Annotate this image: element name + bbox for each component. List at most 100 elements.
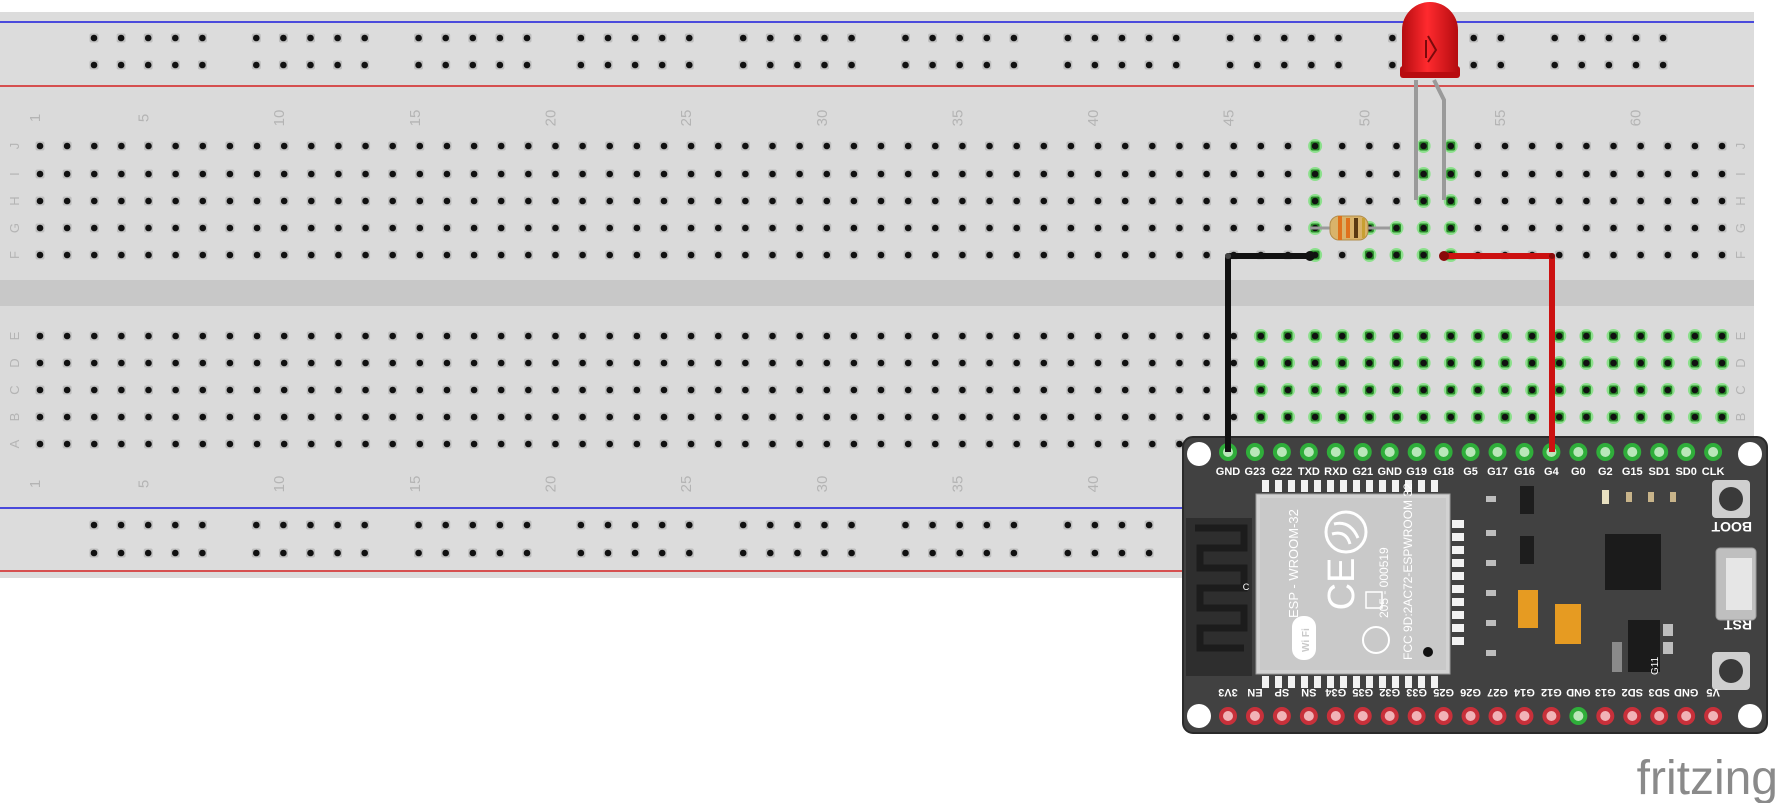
breadboard-hole <box>1308 410 1323 424</box>
rail-hole <box>89 548 99 558</box>
rail-hole <box>414 60 424 70</box>
breadboard-hole <box>1308 167 1323 181</box>
breadboard-hole <box>1147 250 1157 260</box>
breadboard-hole <box>1093 141 1103 151</box>
rail-hole <box>143 520 153 530</box>
rail-hole <box>1387 33 1397 43</box>
breadboard-hole <box>1253 329 1268 343</box>
breadboard-hole <box>1202 223 1212 233</box>
breadboard-hole <box>496 223 506 233</box>
rail-hole <box>1225 60 1235 70</box>
breadboard-hole <box>442 250 452 260</box>
pin-label: G34 <box>1325 686 1347 698</box>
breadboard-hole <box>659 250 669 260</box>
breadboard-hole <box>1280 383 1295 397</box>
breadboard-hole <box>768 331 778 341</box>
breadboard-hole <box>415 169 425 179</box>
breadboard-hole <box>523 385 533 395</box>
breadboard-hole <box>1174 250 1184 260</box>
breadboard-hole <box>361 358 371 368</box>
rail-hole <box>1334 60 1343 70</box>
breadboard-hole <box>550 141 560 151</box>
rail-hole <box>657 548 667 558</box>
breadboard-hole <box>1473 141 1483 151</box>
breadboard-hole <box>198 223 208 233</box>
breadboard-hole <box>1147 141 1157 151</box>
breadboard-hole <box>849 169 859 179</box>
rail-hole <box>1063 548 1073 558</box>
breadboard-hole <box>333 358 343 368</box>
breadboard-hole <box>1364 196 1374 206</box>
breadboard-hole <box>822 141 832 151</box>
breadboard-hole <box>795 358 805 368</box>
rail-hole <box>197 33 207 43</box>
breadboard-hole <box>632 412 642 422</box>
rail-hole <box>1144 548 1154 558</box>
breadboard-hole <box>1389 248 1404 262</box>
rail-hole <box>684 520 694 530</box>
pin-label: G2 <box>1598 466 1613 478</box>
breadboard-hole <box>1579 410 1594 424</box>
breadboard-hole <box>225 385 235 395</box>
rail-hole <box>982 520 992 530</box>
breadboard-hole <box>1280 329 1295 343</box>
breadboard-hole <box>171 412 181 422</box>
breadboard-hole <box>605 385 615 395</box>
breadboard-hole <box>659 169 669 179</box>
rail-hole <box>333 33 343 43</box>
breadboard-hole <box>252 250 262 260</box>
rail-hole <box>576 520 586 530</box>
breadboard-hole <box>1229 196 1239 206</box>
rail-hole <box>170 60 180 70</box>
breadboard-hole <box>930 250 940 260</box>
module-pad <box>1327 480 1334 492</box>
rail-hole <box>1469 33 1479 43</box>
module-pad <box>1452 624 1464 632</box>
rail-hole <box>360 548 370 558</box>
rail-hole <box>657 60 667 70</box>
breadboard-hole <box>876 196 886 206</box>
usb-port[interactable] <box>1715 547 1757 621</box>
breadboard-hole <box>632 385 642 395</box>
breadboard-hole <box>252 169 262 179</box>
rail-hole <box>360 33 370 43</box>
breadboard-hole <box>198 250 208 260</box>
breadboard-hole <box>1364 169 1374 179</box>
rail-hole <box>820 520 829 530</box>
rail-hole <box>792 548 802 558</box>
rail-hole <box>955 33 965 43</box>
breadboard-hole <box>1335 356 1350 370</box>
rail-hole <box>441 548 451 558</box>
rail-hole <box>1279 33 1289 43</box>
breadboard-hole <box>279 196 289 206</box>
breadboard-hole <box>985 439 995 449</box>
breadboard-hole <box>225 358 235 368</box>
breadboard-hole <box>496 331 506 341</box>
breadboard-hole <box>306 358 316 368</box>
column-number: 55 <box>1492 110 1509 127</box>
breadboard-hole <box>1389 329 1404 343</box>
breadboard-hole <box>740 250 750 260</box>
rail-hole <box>982 33 992 43</box>
breadboard-hole <box>1500 169 1510 179</box>
pin-label: GND <box>1674 686 1699 698</box>
breadboard-hole <box>740 223 750 233</box>
breadboard-hole <box>957 385 967 395</box>
rail-hole <box>847 33 857 43</box>
breadboard-hole <box>1256 141 1266 151</box>
boot-button[interactable]: BOOT <box>1711 480 1752 535</box>
breadboard-hole <box>930 331 940 341</box>
breadboard-hole <box>578 412 588 422</box>
breadboard-hole <box>1147 439 1157 449</box>
module-dot <box>1423 647 1433 657</box>
breadboard-hole <box>659 412 669 422</box>
breadboard-hole <box>605 331 615 341</box>
breadboard-hole <box>930 412 940 422</box>
module-pad <box>1431 480 1438 492</box>
breadboard-hole <box>903 141 913 151</box>
breadboard-hole <box>198 169 208 179</box>
module-fcc: FCC 9D:2AC72-ESPWROOM 32 <box>1401 483 1415 660</box>
rail-hole <box>955 520 965 530</box>
rail-hole <box>251 520 261 530</box>
rail-hole <box>414 33 424 43</box>
